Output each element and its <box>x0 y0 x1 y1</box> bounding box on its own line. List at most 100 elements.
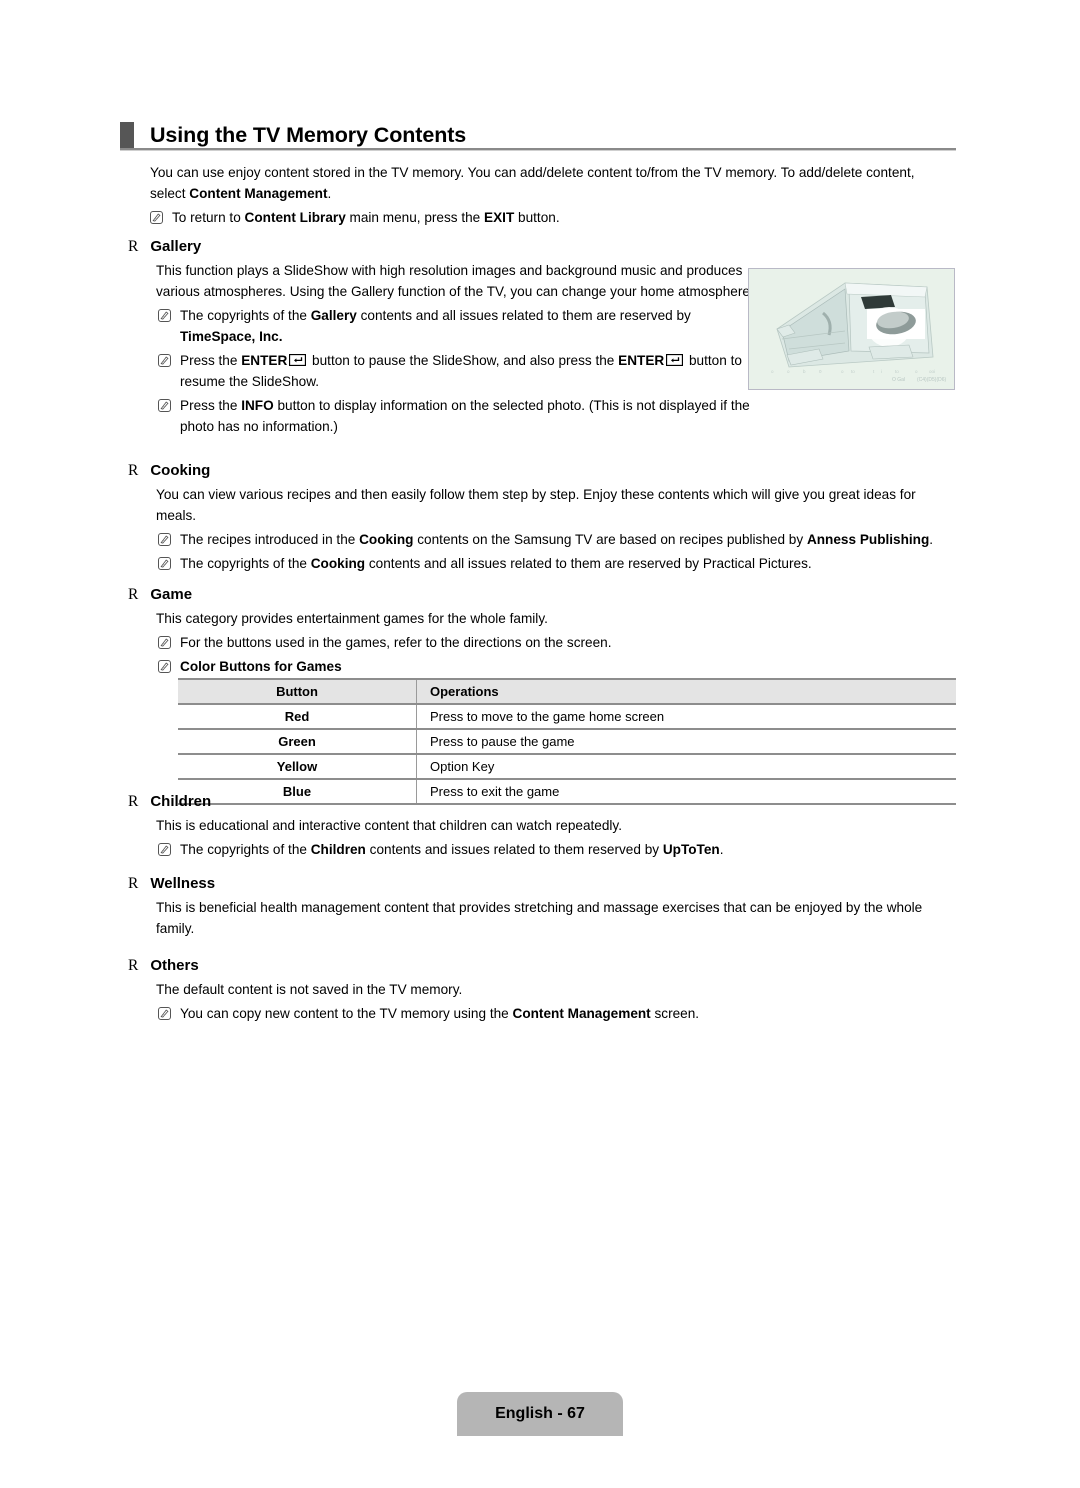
ch-n1-p1: The copyrights of the <box>180 842 311 857</box>
children-note-1: The copyrights of the Children contents … <box>156 839 958 860</box>
section-children-head: R Children <box>128 793 958 810</box>
section-marker-icon: R <box>128 238 139 255</box>
heading-marker-icon <box>120 122 134 148</box>
enter-key-icon <box>666 354 684 366</box>
section-others-title: Others <box>150 957 199 974</box>
intro-block: You can use enjoy content stored in the … <box>150 162 950 228</box>
c-n1-p2: contents on the Samsung TV are based on … <box>413 532 807 547</box>
g-n3-bold-info: INFO <box>241 398 274 413</box>
note-pencil-icon <box>158 636 171 649</box>
section-game-body: This category provides entertainment gam… <box>128 608 958 677</box>
c-n1-bold-cooking: Cooking <box>359 532 414 547</box>
table-cell-operation: Press to pause the game <box>416 728 956 755</box>
cooking-paragraph: You can view various recipes and then ea… <box>156 487 916 523</box>
section-cooking-title: Cooking <box>150 462 211 479</box>
table-cell-operation: Press to move to the game home screen <box>416 703 956 730</box>
table-cell-button: Yellow <box>178 753 417 780</box>
svg-text:to: to <box>895 369 899 374</box>
section-cooking-head: R Cooking <box>128 462 958 479</box>
table-header-row: Button Operations <box>178 678 956 705</box>
intro-note-1-text: To return to Content Library main menu, … <box>172 207 950 228</box>
section-children-body: This is educational and interactive cont… <box>128 815 958 860</box>
table-cell-button: Green <box>178 728 417 755</box>
note1-bold-content-library: Content Library <box>244 210 346 225</box>
g-n1-bold-timespace: TimeSpace, Inc. <box>180 329 283 344</box>
table-cell-operation: Option Key <box>416 753 956 780</box>
c-n1-p1: The recipes introduced in the <box>180 532 360 547</box>
section-marker-icon: R <box>128 957 139 974</box>
section-gallery-head: R Gallery <box>128 238 768 255</box>
o-n1-bold-content-management: Content Management <box>512 1006 651 1021</box>
svg-text:i: i <box>881 369 882 374</box>
intro-note-1: To return to Content Library main menu, … <box>150 207 950 228</box>
table-cell-button: Red <box>178 703 417 730</box>
note-pencil-icon <box>158 309 171 322</box>
section-children: R Children This is educational and inter… <box>128 793 958 860</box>
section-children-title: Children <box>150 793 212 810</box>
c-n1-bold-anness: Anness Publishing <box>806 532 930 547</box>
gallery-note-3: Press the INFO button to display informa… <box>156 395 768 437</box>
note-pencil-icon <box>158 843 171 856</box>
svg-text:(C4)(D5)(D6): (C4)(D5)(D6) <box>917 377 947 383</box>
section-wellness-title: Wellness <box>150 875 216 892</box>
section-others-head: R Others <box>128 957 958 974</box>
note1-part3: button. <box>514 210 560 225</box>
section-marker-icon: R <box>128 875 139 892</box>
section-game-title: Game <box>150 586 193 603</box>
section-cooking: R Cooking You can view various recipes a… <box>128 462 958 574</box>
section-wellness-head: R Wellness <box>128 875 958 892</box>
note-pencil-icon <box>158 1007 171 1020</box>
game-note-1-text: For the buttons used in the games, refer… <box>180 635 612 650</box>
note-pencil-icon <box>150 211 163 224</box>
g-n3-p1: Press the <box>180 398 242 413</box>
color-buttons-table: Button Operations Red Press to move to t… <box>178 678 956 805</box>
g-n2-p1: Press the <box>180 353 242 368</box>
section-game-head: R Game <box>128 586 958 603</box>
svg-text:to: to <box>851 369 855 374</box>
intro-text-part2: . <box>327 186 332 201</box>
section-cooking-body: You can view various recipes and then ea… <box>128 484 958 574</box>
gallery-paragraph: This function plays a SlideShow with hig… <box>156 263 754 299</box>
svg-text:O Gal: O Gal <box>892 377 905 383</box>
page-heading: Using the TV Memory Contents <box>120 118 958 152</box>
cooking-note-1-text: The recipes introduced in the Cooking co… <box>180 529 958 550</box>
c-n2-p2: contents and all issues related to them … <box>365 556 812 571</box>
section-others-body: The default content is not saved in the … <box>128 979 958 1024</box>
c-n2-p1: The copyrights of the <box>180 556 311 571</box>
section-others: R Others The default content is not save… <box>128 957 958 1024</box>
g-n2-bold-enter-1: ENTER <box>241 353 288 368</box>
heading-divider <box>120 148 956 151</box>
cooking-note-1: The recipes introduced in the Cooking co… <box>156 529 958 550</box>
table-head: Button Operations <box>178 678 956 705</box>
children-note-1-text: The copyrights of the Children contents … <box>180 839 958 860</box>
gallery-note-3-text: Press the INFO button to display informa… <box>180 395 768 437</box>
note1-part2: main menu, press the <box>345 210 485 225</box>
children-paragraph: This is educational and interactive cont… <box>156 818 622 833</box>
intro-bold-content-management: Content Management <box>189 186 328 201</box>
page-footer-label: English - 67 <box>457 1392 623 1436</box>
o-n1-p1: You can copy new content to the TV memor… <box>180 1006 513 1021</box>
table-header-operations: Operations <box>416 678 956 705</box>
ch-n1-p2: contents and issues related to them rese… <box>365 842 663 857</box>
g-n1-p2: contents and all issues related to them … <box>356 308 691 323</box>
game-note-1: For the buttons used in the games, refer… <box>156 632 958 653</box>
others-paragraph: The default content is not saved in the … <box>156 982 463 997</box>
g-n2-bold-enter-2: ENTER <box>618 353 665 368</box>
gallery-note-1: The copyrights of the Gallery contents a… <box>156 305 768 347</box>
cooking-note-2: The copyrights of the Cooking contents a… <box>156 553 958 574</box>
note-pencil-icon <box>158 399 171 412</box>
g-n2-p2: button to pause the SlideShow, and also … <box>308 353 619 368</box>
note-pencil-icon <box>158 354 171 367</box>
others-note-1-text: You can copy new content to the TV memor… <box>180 1003 958 1024</box>
table-header-button: Button <box>178 678 417 705</box>
manual-page: Using the TV Memory Contents You can use… <box>0 0 1080 1488</box>
intro-paragraph: You can use enjoy content stored in the … <box>150 162 950 204</box>
section-marker-icon: R <box>128 793 139 810</box>
tv-screen-illustration: oob 0 o to t i to o ooi O Gal (C4)(D5)(D6) <box>748 268 955 390</box>
page-title: Using the TV Memory Contents <box>150 122 467 147</box>
c-n2-bold-cooking: Cooking <box>310 556 366 571</box>
c-n1-p3: . <box>929 532 934 547</box>
section-marker-icon: R <box>128 586 139 603</box>
note-pencil-icon <box>158 557 171 570</box>
cooking-note-2-text: The copyrights of the Cooking contents a… <box>180 553 958 574</box>
